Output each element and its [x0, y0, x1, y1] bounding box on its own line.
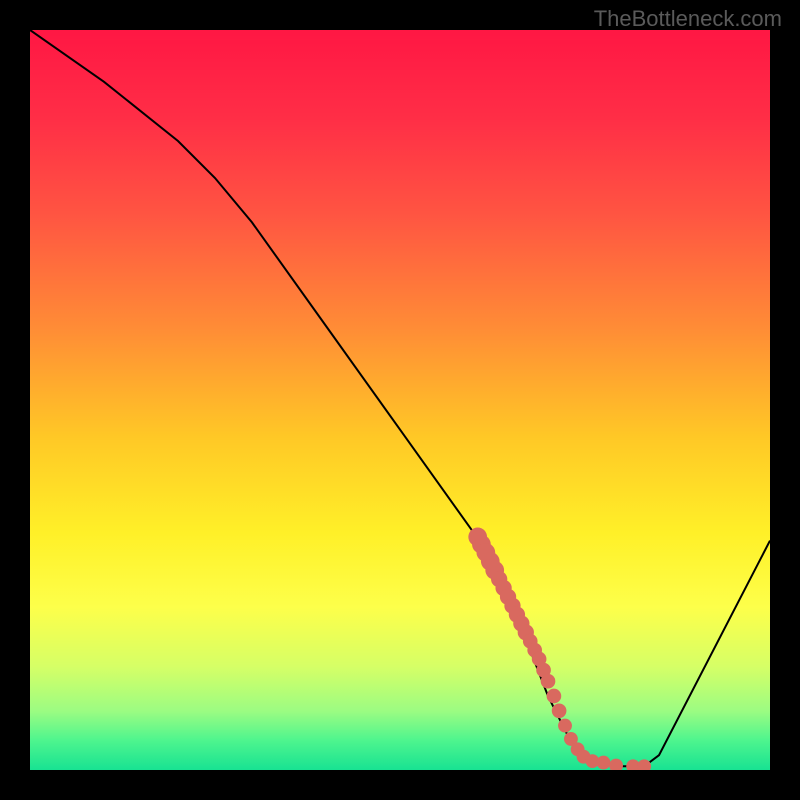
chart-container: TheBottleneck.com: [0, 0, 800, 800]
marker-point: [558, 719, 572, 733]
plot-area: [30, 30, 770, 770]
watermark-text: TheBottleneck.com: [594, 6, 782, 32]
marker-point: [597, 756, 611, 770]
chart-svg: [30, 30, 770, 770]
marker-point: [552, 703, 567, 718]
marker-point: [541, 674, 556, 689]
gradient-background: [30, 30, 770, 770]
marker-point: [547, 689, 562, 704]
